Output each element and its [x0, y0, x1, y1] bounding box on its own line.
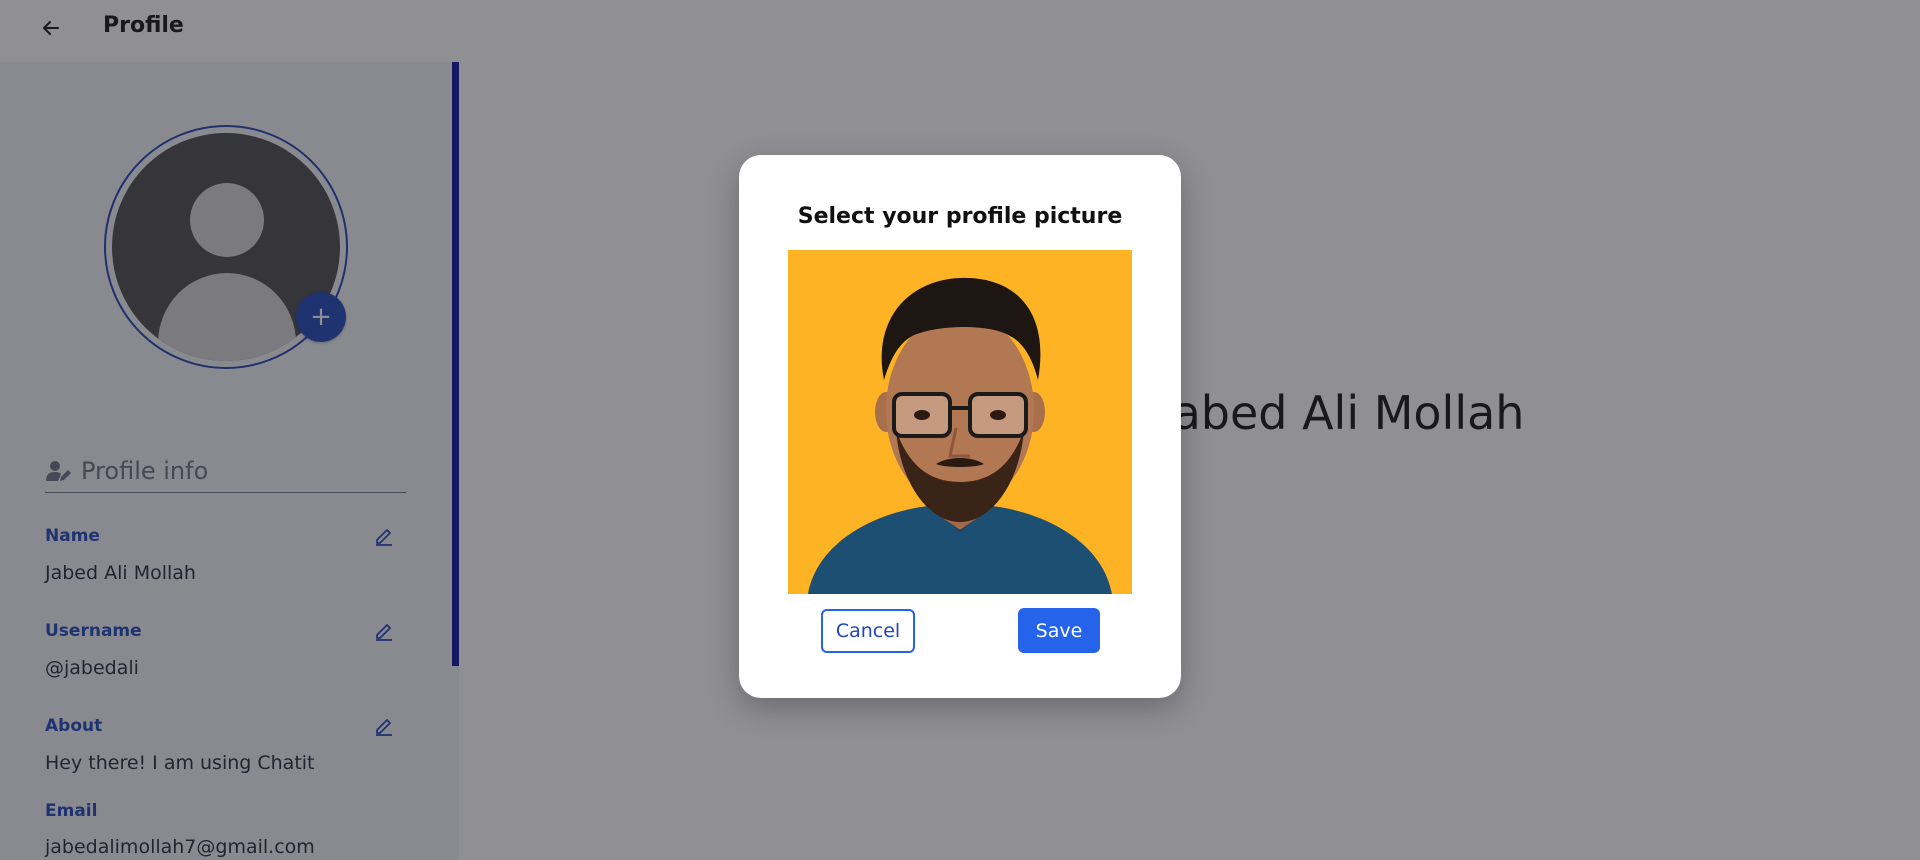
save-button[interactable]: Save	[1018, 608, 1100, 653]
profile-picture-dialog: Select your profile picture Cancel Save	[739, 155, 1181, 698]
app-root: Profile + Profile info Name	[0, 0, 1920, 860]
dialog-title: Select your profile picture	[797, 204, 1123, 229]
profile-photo-preview	[788, 250, 1132, 594]
cancel-button[interactable]: Cancel	[821, 609, 915, 653]
